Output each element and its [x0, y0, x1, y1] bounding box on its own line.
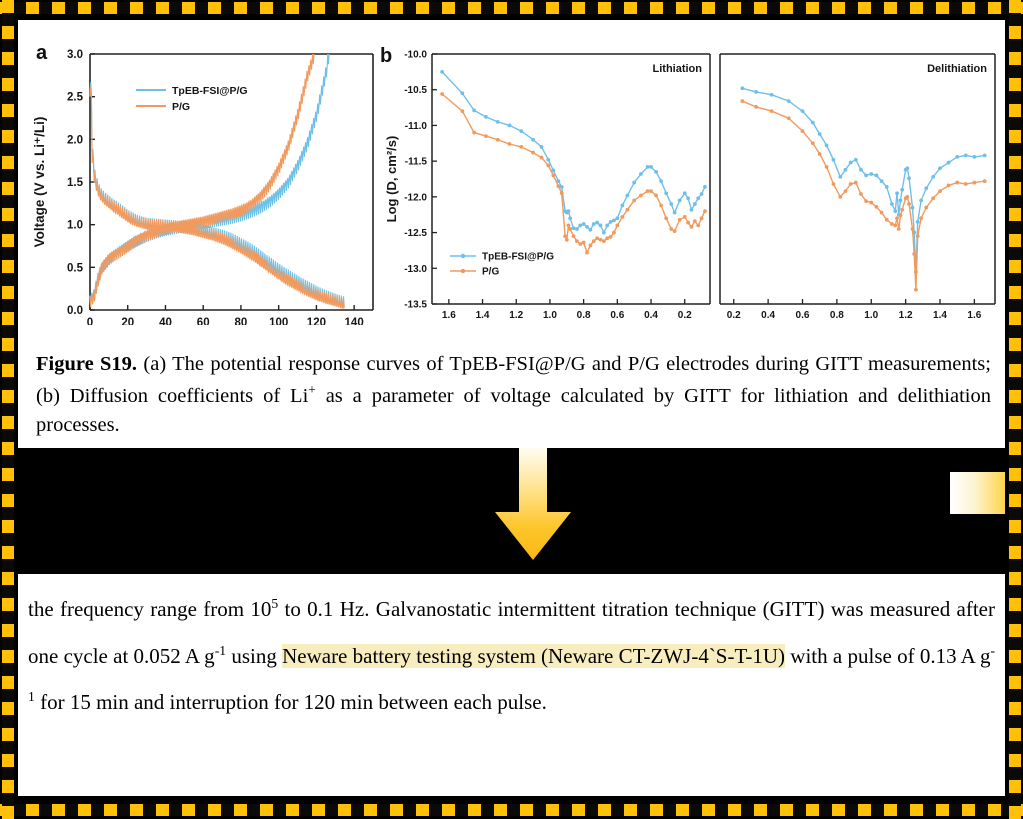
svg-text:1.6: 1.6 [967, 310, 981, 321]
caption-part-b-pre: (b) Diffusion coefficients of Li [36, 384, 309, 407]
svg-text:0.5: 0.5 [67, 262, 84, 274]
svg-text:20: 20 [121, 317, 134, 325]
svg-text:0.0: 0.0 [67, 305, 83, 317]
chart-panel-b: -10.0 -10.5 -11.0 -11.5 -12.0 -12.5 -13.0 -13.5… [384, 50, 996, 321]
svg-text:1.6: 1.6 [442, 310, 456, 321]
figure-caption: Figure S19. (a) The potential response c… [36, 350, 991, 441]
body-line1-post: using [226, 643, 283, 668]
body-line2-post: for 15 min and interruption for 120 min … [34, 690, 547, 715]
svg-text:-10.0: -10.0 [404, 50, 427, 61]
svg-text:-13.5: -13.5 [404, 300, 427, 311]
svg-text:100: 100 [269, 317, 288, 325]
body-exponent-neg1-a: -1 [214, 642, 227, 658]
svg-text:Log (D, cm²/s): Log (D, cm²/s) [384, 136, 399, 223]
black-separator-band [18, 448, 1005, 574]
svg-text:1.4: 1.4 [476, 310, 490, 321]
marquee-border-top [0, 2, 1023, 14]
svg-text:Voltage (V vs. Li⁺/Li): Voltage (V vs. Li⁺/Li) [32, 117, 47, 248]
svg-text:P/G: P/G [172, 101, 190, 113]
svg-text:-10.5: -10.5 [404, 85, 427, 96]
body-line2-pre: with a pulse of 0.13 A g [785, 643, 991, 668]
svg-text:1.0: 1.0 [864, 310, 878, 321]
chart-panel-a: 0.0 0.5 1.0 1.5 2.0 2.5 3.0 0 20 40 60 80 100 120 140 T… [32, 49, 374, 325]
svg-text:0.6: 0.6 [796, 310, 810, 321]
svg-text:0.8: 0.8 [577, 310, 591, 321]
svg-text:80: 80 [235, 317, 248, 325]
svg-text:0.8: 0.8 [830, 310, 844, 321]
body-text-panel: the frequency range from 105 to 0.1 Hz. … [18, 574, 1005, 796]
svg-text:0.6: 0.6 [610, 310, 624, 321]
body-paragraph: the frequency range from 105 to 0.1 Hz. … [28, 586, 995, 726]
svg-text:3.0: 3.0 [67, 49, 83, 61]
svg-text:Delithiation: Delithiation [927, 63, 987, 75]
svg-text:0.4: 0.4 [761, 310, 775, 321]
svg-text:0.2: 0.2 [727, 310, 741, 321]
svg-text:-13.0: -13.0 [404, 264, 427, 275]
svg-text:1.0: 1.0 [543, 310, 557, 321]
svg-text:0.4: 0.4 [644, 310, 658, 321]
marquee-border-left [2, 0, 14, 819]
figure-s19-graphics: a 0.0 0.5 1.0 1.5 2.0 2.5 3.0 0 20 40 60 80 100 120 14… [18, 20, 1005, 325]
svg-text:1.2: 1.2 [509, 310, 523, 321]
down-arrow-graphic [473, 448, 593, 566]
svg-text:-11.0: -11.0 [405, 121, 428, 132]
svg-text:-11.5: -11.5 [405, 157, 428, 168]
marquee-border-bottom [0, 804, 1023, 816]
caption-li-superscript: + [308, 381, 316, 397]
body-line1-pre: the frequency range from 10 [28, 597, 272, 621]
figure-panel: a 0.0 0.5 1.0 1.5 2.0 2.5 3.0 0 20 40 60 80 100 120 14… [18, 20, 1005, 448]
svg-text:1.0: 1.0 [67, 220, 83, 232]
highlight-gradient-box [950, 472, 1005, 514]
svg-text:1.5: 1.5 [67, 177, 84, 189]
figure-label: Figure S19. [36, 353, 138, 375]
screenshot-frame: a 0.0 0.5 1.0 1.5 2.0 2.5 3.0 0 20 40 60 80 100 120 14… [0, 0, 1023, 819]
svg-text:-12.5: -12.5 [404, 228, 427, 239]
svg-text:60: 60 [197, 317, 210, 325]
svg-text:1.4: 1.4 [933, 310, 947, 321]
svg-text:140: 140 [345, 317, 364, 325]
svg-text:TpEB-FSI@P/G: TpEB-FSI@P/G [172, 85, 248, 97]
svg-text:2.0: 2.0 [67, 134, 83, 146]
caption-part-a: (a) The potential response curves of TpE… [143, 353, 991, 375]
svg-text:1.2: 1.2 [899, 310, 913, 321]
svg-text:2.5: 2.5 [67, 92, 84, 104]
highlighted-instrument-text: Neware battery testing system (Neware CT… [282, 643, 786, 668]
svg-text:Lithiation: Lithiation [653, 63, 703, 75]
svg-text:TpEB-FSI@P/G: TpEB-FSI@P/G [482, 252, 554, 263]
svg-text:P/G: P/G [482, 267, 499, 278]
marquee-border-right [1009, 0, 1021, 819]
down-arrow-icon [495, 448, 571, 560]
svg-text:-12.0: -12.0 [404, 192, 427, 203]
svg-text:120: 120 [307, 317, 326, 325]
svg-text:0: 0 [87, 317, 93, 325]
svg-text:0.2: 0.2 [678, 310, 692, 321]
svg-text:40: 40 [159, 317, 172, 325]
